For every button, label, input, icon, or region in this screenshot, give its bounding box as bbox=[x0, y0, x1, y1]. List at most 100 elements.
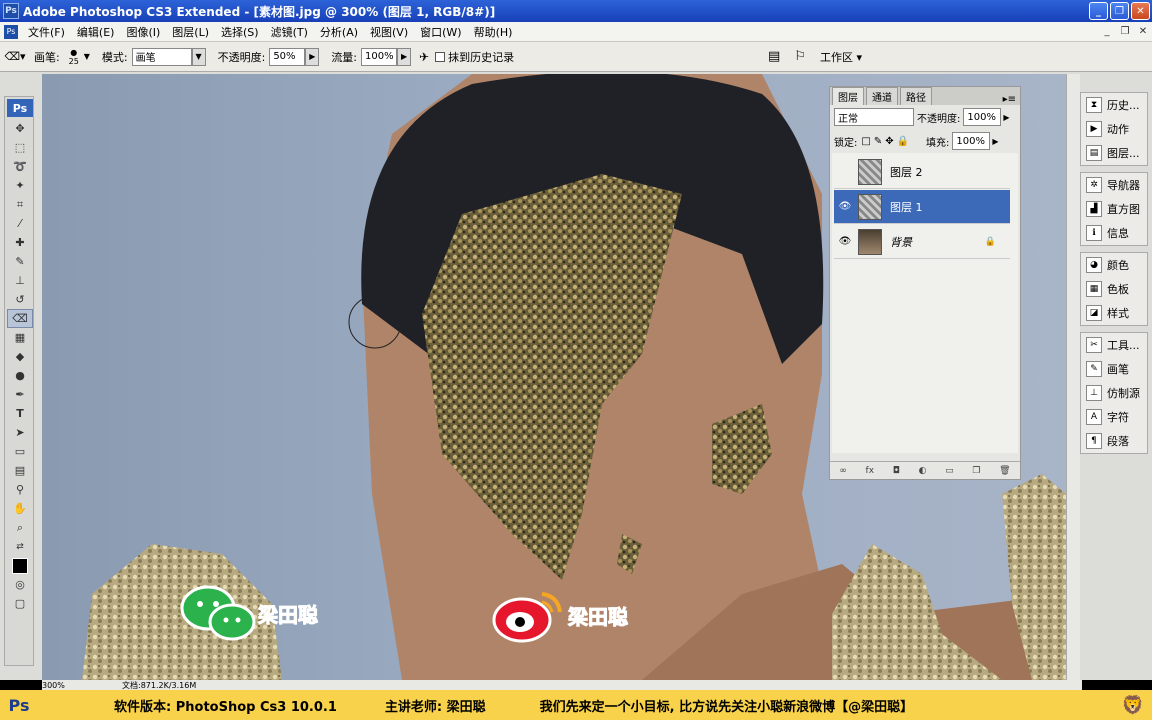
menu-analysis[interactable]: 分析(A) bbox=[314, 24, 364, 40]
opacity-input[interactable]: 50% bbox=[269, 47, 306, 66]
dock-actions[interactable]: ▶ 动作 bbox=[1081, 117, 1147, 141]
panel-menu-icon[interactable]: ▸≡ bbox=[1003, 94, 1016, 105]
history-brush-icon[interactable]: ↺ bbox=[7, 290, 33, 309]
shape-icon[interactable]: ▭ bbox=[7, 442, 33, 461]
weibo-icon bbox=[492, 592, 562, 643]
menu-window[interactable]: 窗口(W) bbox=[414, 24, 467, 40]
menu-filter[interactable]: 滤镜(T) bbox=[265, 24, 314, 40]
pen-icon[interactable]: ✒ bbox=[7, 385, 33, 404]
brush-dropdown-icon[interactable]: ▼ bbox=[84, 52, 90, 61]
workspace-menu[interactable]: 工作区 ▾ bbox=[820, 49, 862, 65]
foreground-color-swatch[interactable] bbox=[7, 556, 33, 575]
dock-histogram[interactable]: ▟ 直方图 bbox=[1081, 197, 1147, 221]
layer-row-2[interactable]: 图层 2 bbox=[834, 155, 1010, 189]
eye-icon[interactable]: 👁 bbox=[838, 200, 852, 214]
dodge-icon[interactable]: ● bbox=[7, 366, 33, 385]
lasso-icon[interactable]: ➰ bbox=[7, 157, 33, 176]
mask-icon[interactable]: ◘ bbox=[893, 466, 900, 476]
brush-icon[interactable]: ✎ bbox=[7, 252, 33, 271]
type-icon[interactable]: T bbox=[7, 404, 33, 423]
layer-opacity-arrow-icon[interactable]: ▶ bbox=[1003, 113, 1009, 122]
layer-opacity-input[interactable]: 100% bbox=[963, 108, 1002, 126]
menu-view[interactable]: 视图(V) bbox=[364, 24, 414, 40]
brush-picker[interactable]: ● 25 bbox=[64, 48, 84, 66]
doc-close-button[interactable]: ✕ bbox=[1134, 26, 1152, 37]
new-layer-icon[interactable]: ❐ bbox=[972, 466, 980, 476]
doc-minimize-button[interactable]: _ bbox=[1098, 26, 1116, 37]
dock-navigator[interactable]: ✲ 导航器 bbox=[1081, 173, 1147, 197]
dock-layers[interactable]: ▤ 图层... bbox=[1081, 141, 1147, 165]
layer-name: 图层 1 bbox=[890, 200, 923, 214]
document-icon[interactable]: Ps bbox=[4, 24, 18, 39]
link-icon[interactable]: ∞ bbox=[839, 466, 847, 476]
close-button[interactable]: ✕ bbox=[1131, 2, 1150, 20]
document-size[interactable]: 文档:871.2K/3.16M bbox=[122, 680, 196, 691]
visibility-toggle[interactable] bbox=[838, 165, 852, 179]
bridge-icon[interactable]: ⚐ bbox=[794, 49, 806, 64]
restore-button[interactable]: ❐ bbox=[1110, 2, 1129, 20]
flow-input[interactable]: 100% bbox=[361, 47, 398, 66]
menu-image[interactable]: 图像(I) bbox=[120, 24, 166, 40]
dock-color[interactable]: ◕ 颜色 bbox=[1081, 253, 1147, 277]
dock-character[interactable]: A 字符 bbox=[1081, 405, 1147, 429]
dock-info[interactable]: ℹ 信息 bbox=[1081, 221, 1147, 245]
flow-slider-button[interactable]: ▶ bbox=[397, 47, 412, 66]
dock-paragraph[interactable]: ¶ 段落 bbox=[1081, 429, 1147, 453]
screen-mode-icon[interactable]: ▢ bbox=[7, 594, 33, 613]
magic-wand-icon[interactable]: ✦ bbox=[7, 176, 33, 195]
layer-row-1[interactable]: 👁 图层 1 bbox=[834, 190, 1010, 224]
app-logo-icon: Ps bbox=[3, 3, 19, 19]
gradient-icon[interactable]: ▦ bbox=[7, 328, 33, 347]
lock-icons[interactable]: □✎✥🔒 bbox=[861, 136, 912, 147]
healing-icon[interactable]: ✚ bbox=[7, 233, 33, 252]
menu-edit[interactable]: 编辑(E) bbox=[71, 24, 121, 40]
dock-swatches[interactable]: ▦ 色板 bbox=[1081, 277, 1147, 301]
fill-input[interactable]: 100% bbox=[952, 132, 991, 150]
adjustment-icon[interactable]: ◐ bbox=[919, 466, 927, 476]
swap-colors-icon[interactable]: ⇄ bbox=[7, 537, 33, 556]
menu-select[interactable]: 选择(S) bbox=[215, 24, 265, 40]
dock-brushes[interactable]: ✎ 画笔 bbox=[1081, 357, 1147, 381]
opacity-slider-button[interactable]: ▶ bbox=[305, 47, 320, 66]
layer-row-background[interactable]: 👁 背景 🔒 bbox=[834, 225, 1010, 259]
notes-icon[interactable]: ▤ bbox=[7, 461, 33, 480]
palette-well-icon[interactable]: ▤ bbox=[768, 49, 780, 64]
blend-mode-select[interactable]: 正常 bbox=[834, 108, 914, 126]
move-icon[interactable]: ✥ bbox=[7, 119, 33, 138]
erase-to-history-checkbox[interactable] bbox=[435, 51, 446, 62]
path-select-icon[interactable]: ➤ bbox=[7, 423, 33, 442]
menu-file[interactable]: 文件(F) bbox=[22, 24, 71, 40]
eraser-icon[interactable]: ⌫ bbox=[7, 309, 33, 328]
eye-icon[interactable]: 👁 bbox=[838, 235, 852, 249]
fill-arrow-icon[interactable]: ▶ bbox=[992, 137, 998, 146]
crop-icon[interactable]: ⌗ bbox=[7, 195, 33, 214]
menu-layer[interactable]: 图层(L) bbox=[166, 24, 215, 40]
trash-icon[interactable]: 🗑 bbox=[999, 466, 1010, 476]
menu-help[interactable]: 帮助(H) bbox=[468, 24, 519, 40]
mode-select[interactable]: 画笔 bbox=[131, 47, 192, 66]
tab-channels[interactable]: 通道 bbox=[866, 87, 898, 105]
vertical-scrollbar[interactable] bbox=[1066, 74, 1080, 680]
tab-layers[interactable]: 图层 bbox=[832, 87, 864, 105]
airbrush-icon[interactable]: ✈ bbox=[419, 50, 429, 64]
dock-history[interactable]: ⧗ 历史... bbox=[1081, 93, 1147, 117]
blur-icon[interactable]: ◆ bbox=[7, 347, 33, 366]
group-icon[interactable]: ▭ bbox=[945, 466, 954, 476]
minimize-button[interactable]: _ bbox=[1089, 2, 1108, 20]
zoom-icon[interactable]: ⌕ bbox=[7, 518, 33, 537]
eyedropper-icon[interactable]: ⚲ bbox=[7, 480, 33, 499]
zoom-level[interactable]: 300% bbox=[42, 681, 82, 690]
dock-clone-source[interactable]: ⊥ 仿制源 bbox=[1081, 381, 1147, 405]
stamp-icon[interactable]: ⊥ bbox=[7, 271, 33, 290]
fx-icon[interactable]: fx bbox=[866, 466, 875, 476]
dock-styles[interactable]: ◪ 样式 bbox=[1081, 301, 1147, 325]
marquee-icon[interactable]: ⬚ bbox=[7, 138, 33, 157]
hand-icon[interactable]: ✋ bbox=[7, 499, 33, 518]
dock-tool-presets[interactable]: ✂ 工具... bbox=[1081, 333, 1147, 357]
mode-dropdown-icon[interactable]: ▼ bbox=[191, 47, 206, 66]
doc-restore-button[interactable]: ❐ bbox=[1116, 26, 1134, 37]
eraser-tool-preset-icon[interactable]: ⌫▾ bbox=[0, 50, 30, 63]
quick-mask-icon[interactable]: ◎ bbox=[7, 575, 33, 594]
slice-icon[interactable]: ⁄ bbox=[7, 214, 33, 233]
tab-paths[interactable]: 路径 bbox=[900, 87, 932, 105]
